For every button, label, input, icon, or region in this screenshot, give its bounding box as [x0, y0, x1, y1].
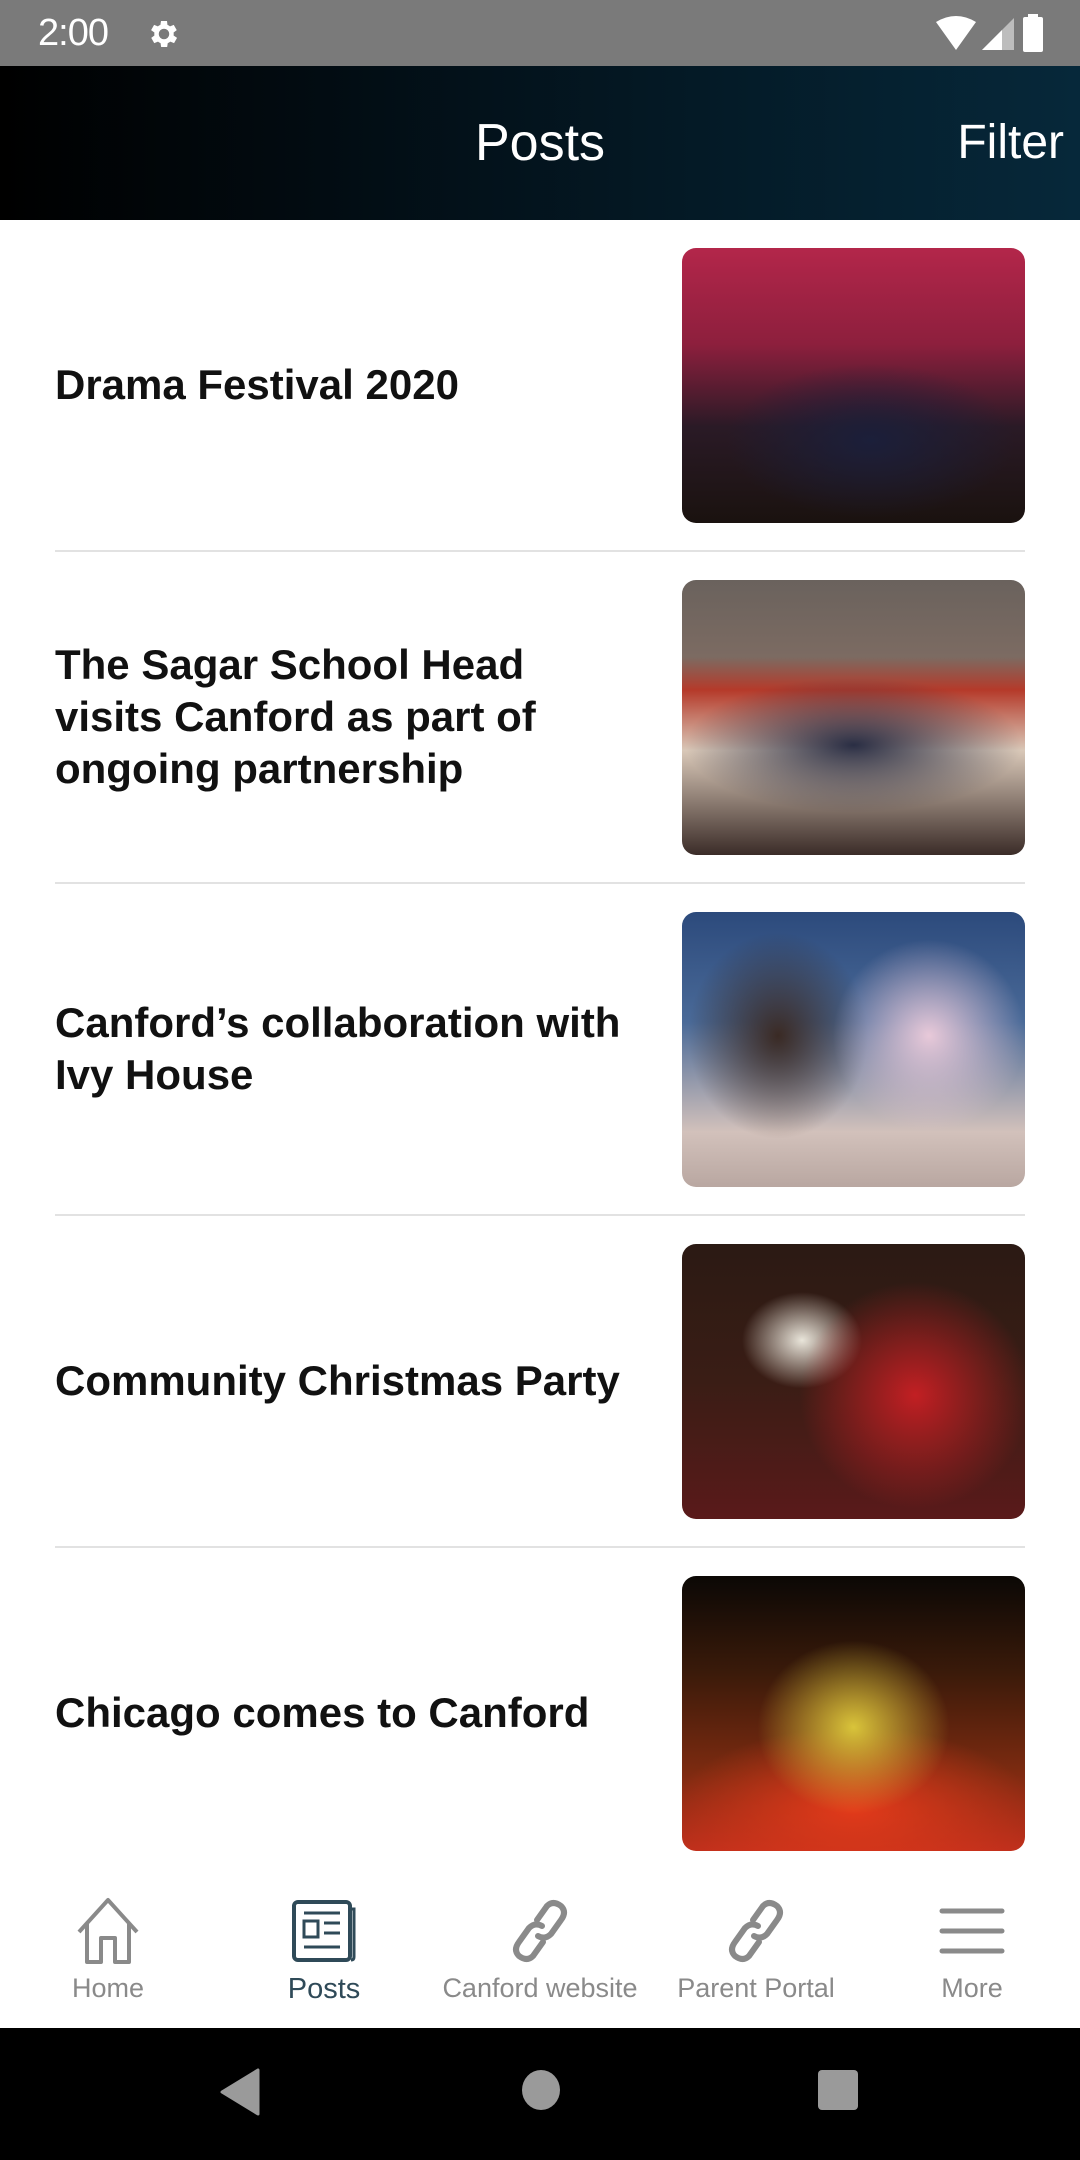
filter-button[interactable]: Filter — [957, 66, 1064, 220]
nav-label: More — [941, 1973, 1003, 2003]
home-icon — [77, 1898, 139, 1964]
post-item[interactable]: Drama Festival 2020 — [55, 220, 1025, 552]
recents-icon[interactable] — [816, 2068, 860, 2112]
back-icon[interactable] — [218, 2068, 262, 2116]
post-title: The Sagar School Head visits Canford as … — [55, 641, 536, 792]
post-thumbnail — [682, 911, 1025, 1187]
app-header: Posts Filter — [0, 66, 1080, 220]
status-time: 2:00 — [38, 12, 109, 54]
post-thumbnail — [682, 579, 1025, 855]
nav-label: Posts — [287, 1973, 361, 2005]
wifi-icon — [936, 16, 976, 50]
home-circle-icon[interactable] — [520, 2068, 562, 2112]
nav-label: Parent Portal — [677, 1973, 835, 2003]
bottom-nav: Home Posts Canford website Parent Portal… — [0, 1873, 1080, 2028]
post-title: Drama Festival 2020 — [55, 361, 459, 408]
post-item[interactable]: The Sagar School Head visits Canford as … — [55, 552, 1025, 884]
post-item[interactable]: Chicago comes to Canford — [55, 1548, 1025, 1873]
post-thumbnail — [682, 1575, 1025, 1851]
menu-icon — [939, 1908, 1005, 1954]
link-icon — [513, 1900, 567, 1962]
status-icons — [936, 14, 1044, 52]
nav-item-home[interactable]: Home — [0, 1873, 216, 2028]
nav-label: Home — [71, 1973, 145, 2003]
nav-item-parent-portal[interactable]: Parent Portal — [648, 1873, 864, 2028]
status-bar: 2:00 — [0, 0, 1080, 66]
post-title: Canford’s collaboration with Ivy House — [55, 999, 621, 1098]
post-thumbnail — [682, 247, 1025, 523]
nav-item-canford-website[interactable]: Canford website — [432, 1873, 648, 2028]
posts-list[interactable]: Drama Festival 2020 The Sagar School Hea… — [0, 220, 1080, 1873]
cellular-signal-icon — [982, 18, 1014, 50]
settings-gear-icon — [151, 20, 178, 48]
nav-label: Canford website — [442, 1973, 638, 2003]
battery-icon — [1023, 14, 1043, 52]
nav-item-posts[interactable]: Posts — [216, 1873, 432, 2028]
post-item[interactable]: Community Christmas Party — [55, 1216, 1025, 1548]
post-title: Chicago comes to Canford — [55, 1689, 590, 1736]
post-title: Community Christmas Party — [55, 1357, 620, 1404]
post-thumbnail — [682, 1243, 1025, 1519]
post-item[interactable]: Canford’s collaboration with Ivy House — [55, 884, 1025, 1216]
system-nav-bar — [0, 2028, 1080, 2160]
newspaper-icon — [292, 1900, 356, 1962]
link-icon — [729, 1900, 783, 1962]
nav-item-more[interactable]: More — [864, 1873, 1080, 2028]
page-title: Posts — [474, 114, 606, 172]
